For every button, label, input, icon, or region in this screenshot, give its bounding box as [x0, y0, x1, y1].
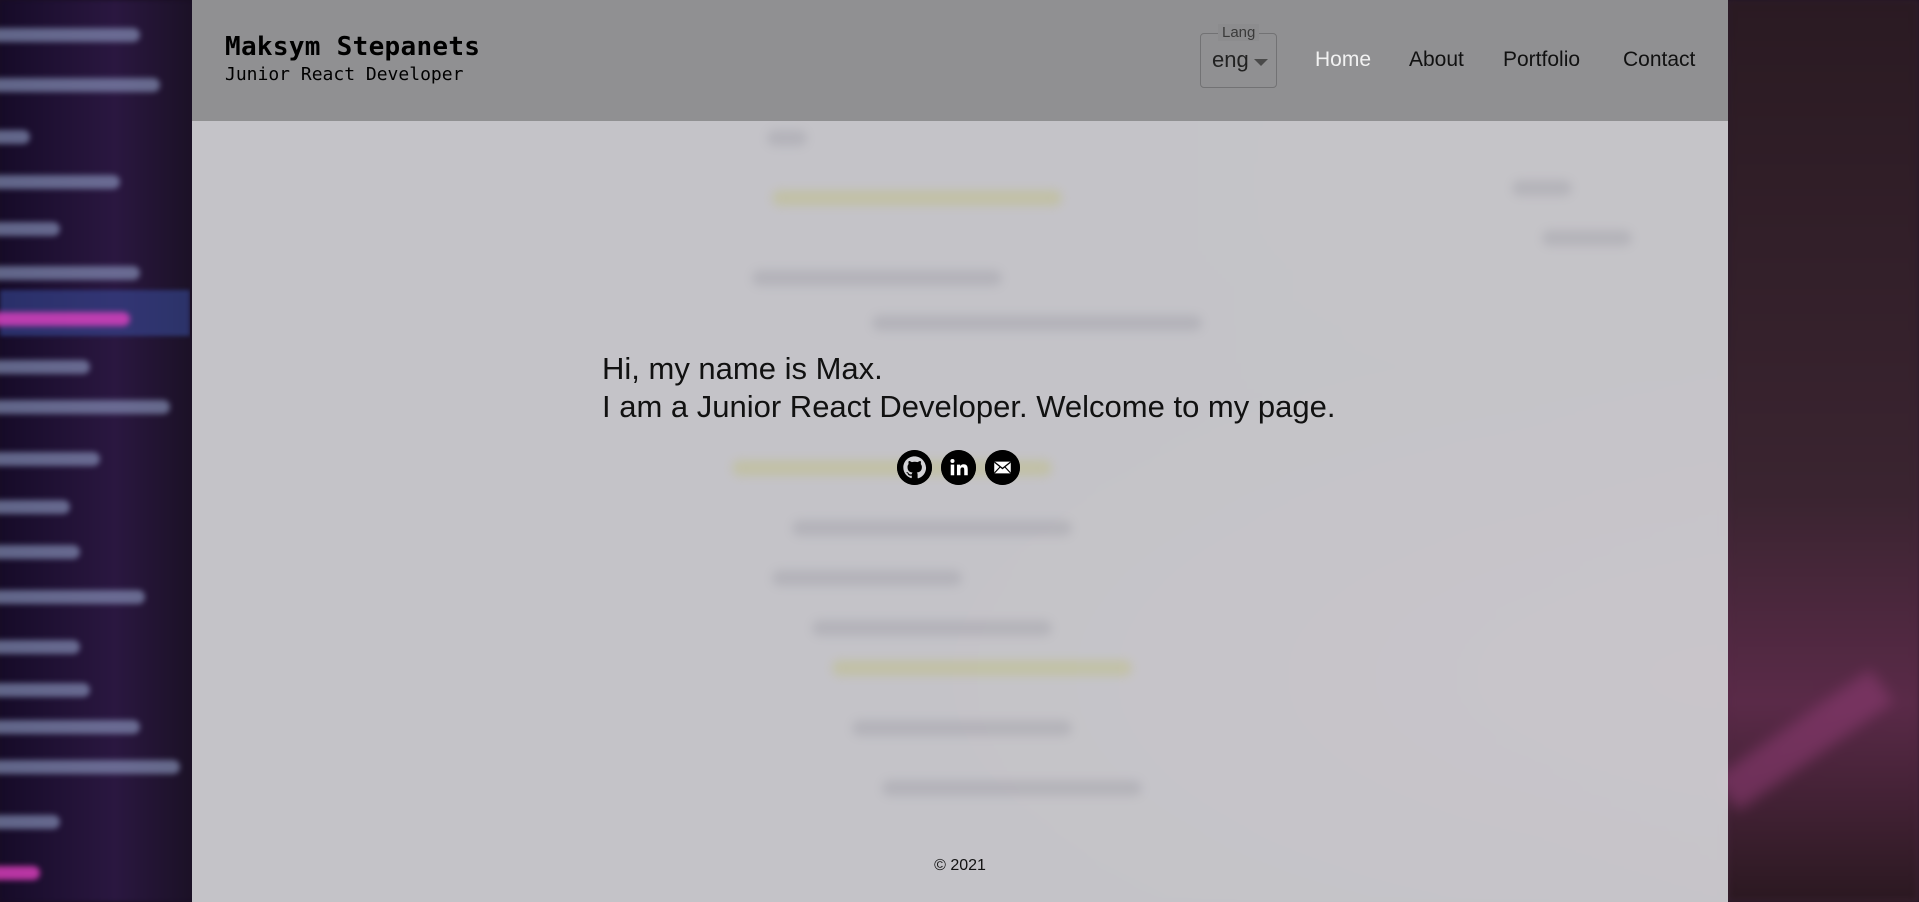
language-select-value: eng	[1212, 47, 1249, 72]
nav-portfolio[interactable]: Portfolio	[1503, 48, 1580, 74]
github-link[interactable]	[897, 450, 932, 485]
hero-intro: I am a Junior React Developer. Welcome t…	[602, 389, 1336, 424]
github-icon	[897, 450, 932, 485]
brand-name: Maksym Stepanets	[225, 32, 481, 62]
brand[interactable]: Maksym Stepanets Junior React Developer	[225, 30, 480, 86]
main-panel: Maksym Stepanets Junior React Developer …	[192, 0, 1728, 902]
nav-about[interactable]: About	[1409, 48, 1464, 74]
hero: Hi, my name is Max. I am a Junior React …	[602, 350, 1335, 426]
background-code-right	[1714, 0, 1919, 902]
brand-role: Junior React Developer	[225, 64, 464, 85]
linkedin-link[interactable]	[941, 450, 976, 485]
footer-copyright: © 2021	[934, 857, 986, 874]
language-select[interactable]: Lang eng	[1200, 24, 1277, 88]
nav-contact[interactable]: Contact	[1623, 48, 1695, 74]
nav-home[interactable]: Home	[1315, 48, 1371, 74]
background-code-left	[0, 0, 190, 902]
hero-greeting: Hi, my name is Max.	[602, 351, 883, 386]
language-select-label: Lang	[1218, 24, 1260, 41]
email-link[interactable]	[985, 450, 1020, 485]
site-header: Maksym Stepanets Junior React Developer …	[192, 0, 1728, 121]
linkedin-icon	[941, 450, 976, 485]
email-icon	[985, 450, 1020, 485]
caret-down-icon	[1254, 59, 1268, 66]
